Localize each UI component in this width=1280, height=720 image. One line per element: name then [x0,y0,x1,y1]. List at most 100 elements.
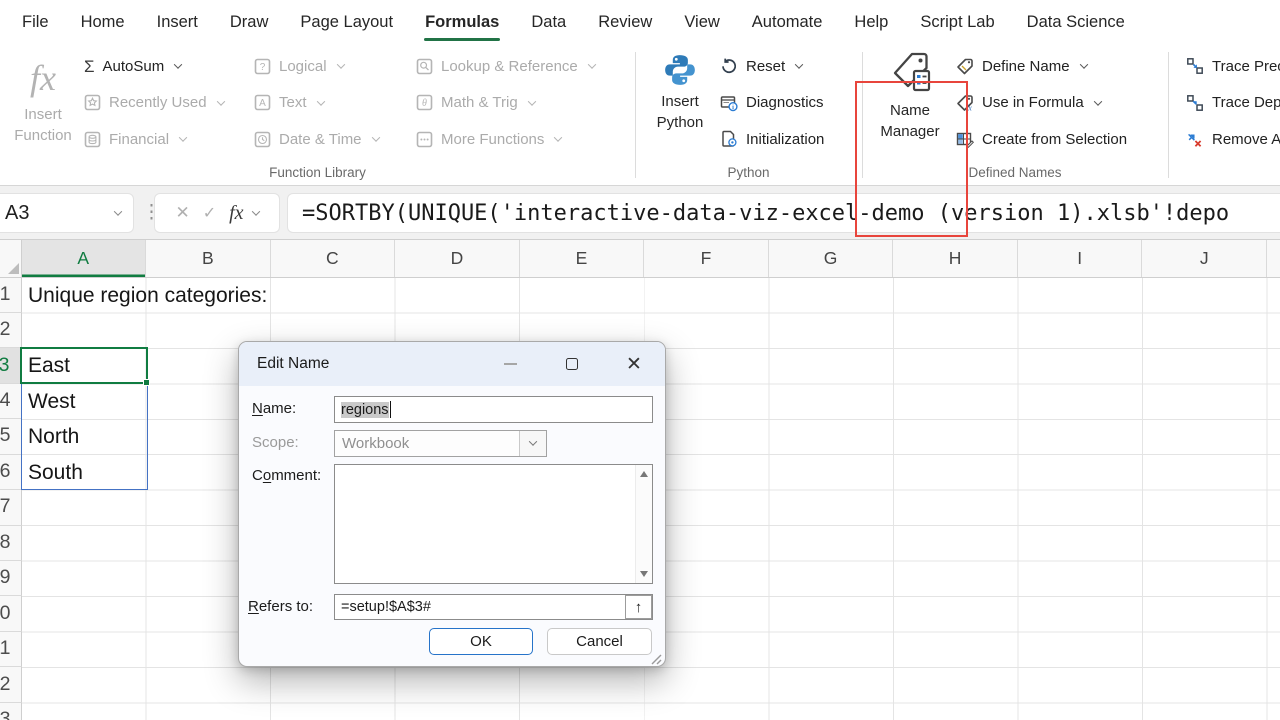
cell-a5[interactable]: North [28,419,79,454]
collapse-dialog-button[interactable]: ↑ [625,595,652,619]
remove-arrows-button[interactable]: Remove Arrows [1186,121,1280,158]
name-label: Name: [252,400,297,417]
row-header[interactable]: 1 [0,277,22,313]
name-box[interactable]: A3 [0,193,134,233]
column-header[interactable]: E [520,240,645,277]
autosum-button[interactable]: Σ AutoSum [84,48,224,85]
column-header[interactable]: A [21,240,147,277]
row-header[interactable]: 10 [0,596,22,632]
column-header[interactable]: F [644,240,769,277]
insert-python-button[interactable]: Insert Python [648,52,712,133]
date-time-label: Date & Time [279,130,362,148]
math-trig-icon: θ [416,95,433,111]
resize-grip[interactable] [648,651,662,665]
insert-function-fx-icon[interactable]: fx [229,202,243,225]
menu-tab[interactable]: Data [515,0,582,44]
maximize-icon[interactable] [541,342,603,386]
row-header[interactable]: 2 [0,312,22,349]
select-all-triangle-icon [7,262,19,274]
menu-tab[interactable]: Script Lab [904,0,1010,44]
ribbon: fx Insert Function Σ AutoSum Recently Us… [0,44,1280,237]
dialog-title-bar[interactable]: Edit Name ✕ [239,342,665,386]
column-header[interactable]: G [769,240,894,277]
comment-textarea[interactable] [334,464,653,584]
define-name-button[interactable]: Define Name [956,48,1127,85]
select-all-corner[interactable] [0,240,22,277]
recently-used-button[interactable]: Recently Used [84,85,225,122]
menu-tab[interactable]: View [668,0,735,44]
cell-a4[interactable]: West [28,384,75,419]
row-header[interactable]: 9 [0,561,22,597]
cell-a6[interactable]: South [28,455,83,490]
insert-function-button[interactable]: fx Insert Function [8,52,78,146]
trace-precedents-label: Trace Precedents [1212,57,1280,75]
name-input[interactable]: regions [334,396,653,423]
row-header[interactable]: 6 [0,454,22,491]
reset-button[interactable]: Reset [720,48,824,85]
menu-tab[interactable]: Draw [214,0,285,44]
define-name-label: Define Name [982,57,1070,75]
close-icon[interactable]: ✕ [603,342,665,386]
logical-button[interactable]: ? Logical [254,48,379,85]
scrollbar[interactable] [635,465,652,583]
column-header[interactable]: I [1018,240,1143,277]
date-time-icon [254,131,271,148]
group-separator [1168,52,1169,178]
minimize-icon [479,342,541,386]
formula-input[interactable]: =SORTBY(UNIQUE('interactive-data-viz-exc… [287,193,1280,233]
ok-button[interactable]: OK [429,628,533,655]
scope-dropdown: Workbook [334,430,547,457]
initialization-label: Initialization [746,130,825,148]
fx-chevron-icon[interactable] [251,207,260,216]
column-header[interactable]: D [395,240,520,277]
dialog-title: Edit Name [257,355,330,372]
column-header[interactable]: H [893,240,1018,277]
row-header[interactable]: 4 [0,383,22,420]
financial-button[interactable]: Financial [84,121,224,158]
menu-tab[interactable]: Formulas [409,0,515,44]
trace-dependents-button[interactable]: Trace Dependents [1186,85,1280,122]
row-header[interactable]: 8 [0,525,22,561]
row-header[interactable]: 13 [0,702,22,720]
column-header[interactable]: J [1142,240,1267,277]
refers-to-label: Refers to: [248,598,314,615]
more-functions-button[interactable]: More Functions [416,121,595,158]
use-in-formula-button[interactable]: fx Use in Formula [956,85,1127,122]
menu-tab[interactable]: Data Science [1011,0,1141,44]
row-header[interactable]: 7 [0,490,22,526]
menu-tab[interactable]: Insert [141,0,214,44]
date-time-button[interactable]: Date & Time [254,121,380,158]
text-button[interactable]: A Text [254,85,379,122]
cancel-button[interactable]: Cancel [547,628,652,655]
column-header[interactable]: B [146,240,271,277]
logical-icon: ? [254,58,271,75]
menu-tab[interactable]: Automate [736,0,839,44]
name-box-chevron-icon[interactable] [113,207,123,216]
row-header[interactable]: 5 [0,419,22,455]
trace-precedents-button[interactable]: Trace Precedents [1186,48,1280,85]
refers-to-input[interactable]: =setup!$A$3# ↑ [334,594,653,620]
lookup-reference-button[interactable]: Lookup & Reference [416,48,597,85]
cancel-entry-icon[interactable]: ✕ [175,203,189,223]
menu-tab[interactable]: Help [838,0,904,44]
menu-tab[interactable]: Review [582,0,668,44]
row-header[interactable]: 12 [0,667,22,703]
create-from-selection-button[interactable]: Create from Selection [956,121,1127,158]
column-header-row: ABCDEFGHIJ [0,240,1280,278]
diagnostics-button[interactable]: i Diagnostics [720,85,824,122]
initialization-button[interactable]: Initialization [720,121,824,158]
enter-entry-icon[interactable]: ✓ [203,203,216,223]
row-header[interactable]: 11 [0,631,22,668]
fill-handle[interactable] [143,379,150,387]
scroll-down-icon[interactable] [640,571,648,577]
comment-label: Comment: [252,467,322,484]
menu-tab[interactable]: Page Layout [284,0,409,44]
cell-a1[interactable]: Unique region categories: [28,278,267,313]
row-header[interactable]: 3 [0,348,22,384]
column-header[interactable]: C [271,240,396,277]
trace-dependents-label: Trace Dependents [1212,94,1280,112]
menu-tab[interactable]: File [6,0,65,44]
scroll-up-icon[interactable] [640,471,648,477]
math-trig-button[interactable]: θ Math & Trig [416,85,595,122]
menu-tab[interactable]: Home [65,0,141,44]
